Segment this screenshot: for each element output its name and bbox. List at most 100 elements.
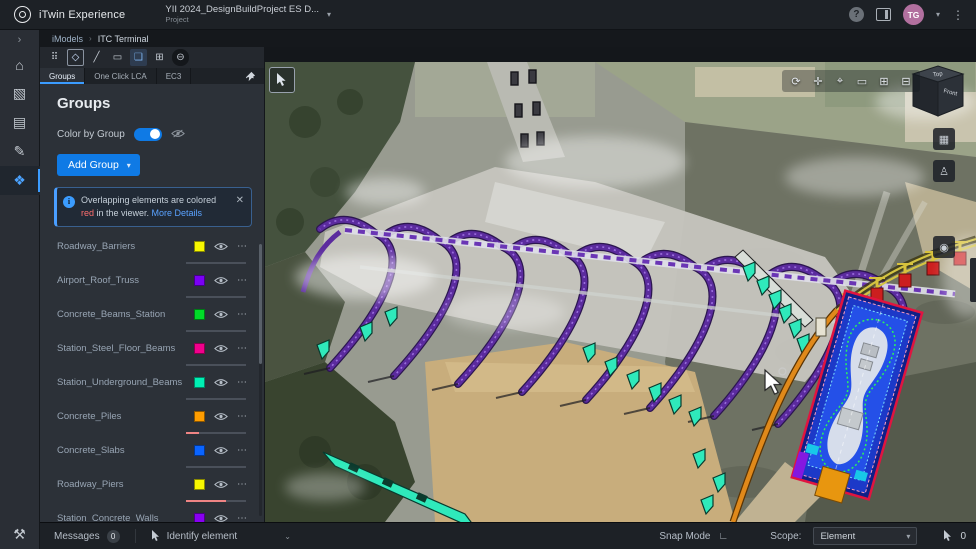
fit-view-icon[interactable]: ⌖ [832,73,848,89]
group-name[interactable]: Concrete_Beams_Station [57,309,185,320]
help-icon[interactable]: ? [849,7,864,22]
group-name[interactable]: Airport_Roof_Truss [57,275,185,286]
more-options-icon[interactable]: ⋯ [237,377,248,388]
group-divider [40,394,264,404]
view-undo-icon[interactable]: ⊞ [876,73,892,89]
tab-one-click-lca[interactable]: One Click LCA [85,68,156,84]
remove-selection-icon[interactable]: ⊖ [172,49,189,66]
visibility-eye-icon[interactable] [214,480,228,489]
group-color-swatch[interactable] [194,377,205,388]
visibility-eye-icon[interactable] [214,446,228,455]
group-name[interactable]: Concrete_Piles [57,411,185,422]
navigation-cube[interactable]: Top Front [913,66,963,116]
map-view-icon[interactable]: ▧ [0,79,40,108]
rectangle-tool-icon[interactable]: ▭ [109,49,126,66]
group-row[interactable]: Concrete_Beams_Station ⋯ [40,302,264,326]
add-group-button[interactable]: Add Group ▾ [57,154,140,176]
viewport-select-tool-button[interactable] [269,67,295,93]
groups-panel: ⠿ ◇ ╱ ▭ ❏ ⊞ ⊖ Groups One Click LCA EC3 [40,47,265,522]
group-row[interactable]: Roadway_Barriers ⋯ [40,234,264,258]
viewport-3d[interactable]: Top Front [265,62,976,522]
snap-mode-label[interactable]: Snap Mode [659,531,710,542]
visibility-eye-icon[interactable] [214,378,228,387]
visibility-eye-icon[interactable] [214,514,228,522]
group-name[interactable]: Roadway_Barriers [57,241,185,252]
group-name[interactable]: Concrete_Slabs [57,445,185,456]
add-selection-icon[interactable]: ⊞ [151,49,168,66]
visibility-eye-icon[interactable] [214,276,228,285]
snap-mode-icon[interactable]: ∟ [719,531,729,542]
group-row[interactable]: Station_Underground_Beams ⋯ [40,370,264,394]
group-color-swatch[interactable] [194,479,205,490]
group-row[interactable]: Station_Steel_Floor_Beams ⋯ [40,336,264,360]
more-options-icon[interactable]: ⋯ [237,445,248,456]
project-switcher[interactable]: YII 2024_DesignBuildProject ES D... Proj… [165,5,331,25]
window-zoom-icon[interactable]: ▭ [854,73,870,89]
panel-scrollbar[interactable] [259,244,262,516]
panel-toggle-icon[interactable] [876,8,891,21]
more-options-icon[interactable]: ⋯ [237,479,248,490]
group-color-swatch[interactable] [194,513,205,522]
scope-select[interactable]: Element ▾ [813,527,917,545]
chevron-down-icon[interactable]: ⌄ [284,532,291,541]
group-row[interactable]: Concrete_Piles ⋯ [40,404,264,428]
pin-icon[interactable] [245,68,264,84]
view-redo-icon[interactable]: ⊟ [898,73,914,89]
eye-off-icon[interactable] [171,125,185,143]
visibility-eye-icon[interactable] [214,310,228,319]
settings-tools-icon[interactable]: ⚒ [0,520,40,549]
close-icon[interactable]: ✕ [236,194,244,209]
orbit-tool-icon[interactable]: ⟳ [788,73,804,89]
group-row[interactable]: Airport_Roof_Truss ⋯ [40,268,264,292]
group-row[interactable]: Roadway_Piers ⋯ [40,472,264,496]
groups-tool-icon[interactable]: ❖ [0,166,40,195]
identify-element-label[interactable]: Identify element [167,531,238,542]
messages-count-badge: 0 [107,530,120,543]
group-divider [40,428,264,438]
document-icon[interactable]: ▤ [0,108,40,137]
map-layers-icon[interactable]: ▦ [933,128,955,150]
tab-groups[interactable]: Groups [40,68,85,84]
right-panel-handle[interactable] [970,258,976,302]
group-color-swatch[interactable] [194,309,205,320]
more-options-icon[interactable]: ⋯ [237,309,248,320]
more-options-icon[interactable]: ⋯ [237,513,248,522]
more-options-icon[interactable]: ⋯ [237,275,248,286]
rail-expand-chevron-icon[interactable]: › [0,30,40,50]
group-color-swatch[interactable] [194,343,205,354]
walk-mode-icon[interactable]: ♙ [933,160,955,182]
group-color-swatch[interactable] [194,275,205,286]
more-options-icon[interactable]: ⋯ [237,241,248,252]
group-row[interactable]: Station_Concrete_Walls ⋯ [40,506,264,522]
group-name[interactable]: Station_Concrete_Walls [57,513,185,522]
home-icon[interactable]: ⌂ [0,50,40,79]
line-tool-icon[interactable]: ╱ [88,49,105,66]
breadcrumb-imodels[interactable]: iModels [52,34,83,44]
tab-ec3[interactable]: EC3 [157,68,192,84]
group-color-swatch[interactable] [194,445,205,456]
select-tool-icon[interactable]: ◇ [67,49,84,66]
group-name[interactable]: Station_Underground_Beams [57,377,185,388]
camera-view-icon[interactable]: ◉ [933,236,955,258]
pan-tool-icon[interactable]: ✛ [810,73,826,89]
color-by-group-toggle[interactable] [134,128,162,141]
chevron-down-icon[interactable]: ▾ [936,10,940,19]
group-name[interactable]: Roadway_Piers [57,479,185,490]
group-name[interactable]: Station_Steel_Floor_Beams [57,343,185,354]
markup-tool-icon[interactable]: ✎ [0,137,40,166]
messages-label[interactable]: Messages [54,531,100,542]
drag-handle-icon[interactable]: ⠿ [46,49,63,66]
more-options-icon[interactable]: ⋯ [237,343,248,354]
viewport-3d-scene[interactable]: Top Front [265,62,976,522]
avatar[interactable]: TG [903,4,924,25]
visibility-eye-icon[interactable] [214,412,228,421]
group-color-swatch[interactable] [194,241,205,252]
layers-tool-icon[interactable]: ❏ [130,49,147,66]
group-color-swatch[interactable] [194,411,205,422]
group-row[interactable]: Concrete_Slabs ⋯ [40,438,264,462]
more-details-link[interactable]: More Details [152,208,203,218]
more-options-icon[interactable]: ⋯ [237,411,248,422]
kebab-menu-icon[interactable]: ⋮ [952,8,964,22]
visibility-eye-icon[interactable] [214,344,228,353]
visibility-eye-icon[interactable] [214,242,228,251]
